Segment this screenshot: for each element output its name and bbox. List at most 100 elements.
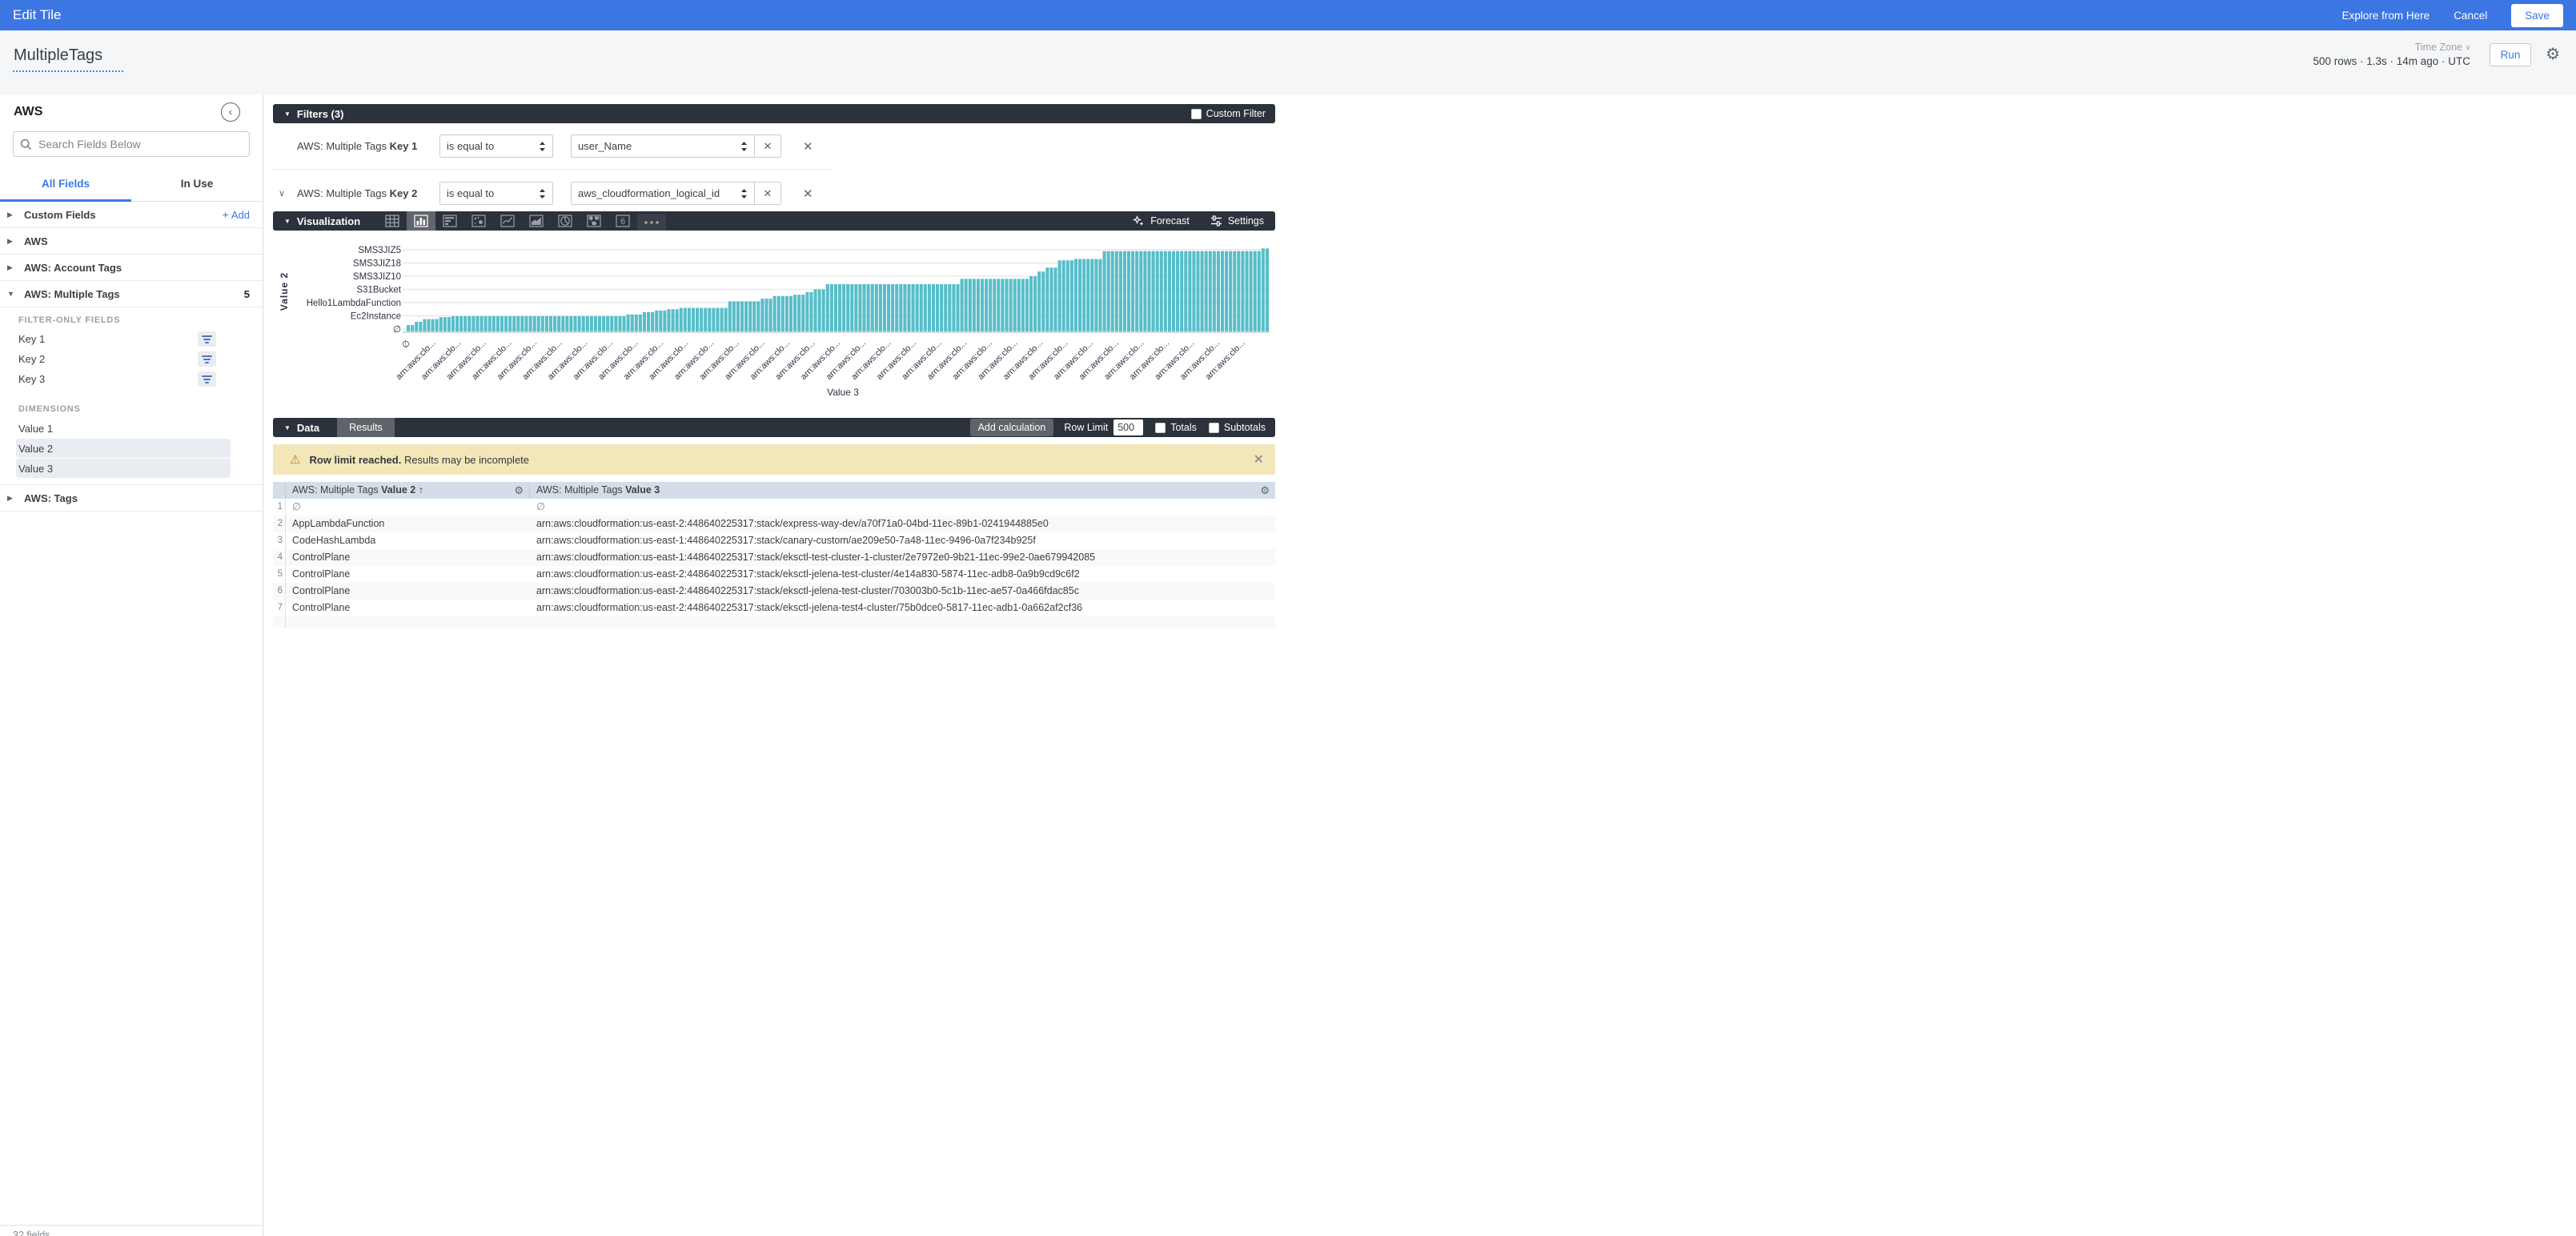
search-input[interactable]	[38, 138, 243, 150]
dimension-item-value-3[interactable]: Value 3	[16, 459, 231, 478]
chevron-down-icon: ∨	[2465, 43, 2470, 51]
scatter-icon[interactable]	[464, 211, 493, 231]
collapse-triangle-icon: ▼	[284, 110, 291, 118]
filter-by-field-icon[interactable]	[198, 371, 216, 387]
sidebar-section-aws-account-tags[interactable]: ▶ AWS: Account Tags	[0, 255, 263, 281]
table-row[interactable]: 3CodeHashLambdaarn:aws:cloudformation:us…	[273, 532, 1275, 549]
table-row[interactable]: 7ControlPlanearn:aws:cloudformation:us-e…	[273, 600, 1275, 616]
cell-value2: CodeHashLambda	[286, 532, 530, 549]
filter-field-label: AWS: Multiple Tags Key 1	[297, 140, 439, 152]
filters-section-bar[interactable]: ▼ Filters (3) Custom Filter	[273, 104, 1275, 123]
row-limit-input[interactable]	[1113, 419, 1143, 435]
table-row[interactable]: 5ControlPlanearn:aws:cloudformation:us-e…	[273, 566, 1275, 583]
add-custom-field-button[interactable]: +Add	[223, 208, 250, 221]
results-table: AWS: Multiple Tags Value 2 ↑ ⚙ AWS: Mult…	[273, 482, 1275, 628]
field-item-key-1[interactable]: Key 1	[0, 329, 263, 349]
column-gear-icon[interactable]: ⚙	[514, 482, 524, 499]
subtotals-checkbox[interactable]	[1209, 423, 1219, 433]
query-stats: 500 rows · 1.3s · 14m ago · UTC	[2313, 55, 2470, 67]
cell-value3: ∅	[530, 499, 1275, 516]
filter-by-field-icon[interactable]	[198, 351, 216, 367]
filter-by-field-icon[interactable]	[198, 331, 216, 347]
sidebar-section-aws[interactable]: ▶AWS	[0, 228, 263, 255]
column-header-value3[interactable]: AWS: Multiple Tags Value 3 ⚙	[530, 482, 1275, 499]
table-icon[interactable]	[378, 211, 407, 231]
data-section-title: Data	[297, 422, 319, 434]
add-calculation-button[interactable]: Add calculation	[970, 419, 1054, 436]
table-row[interactable]: 6ControlPlanearn:aws:cloudformation:us-e…	[273, 583, 1275, 600]
tab-in-use[interactable]: In Use	[131, 171, 263, 201]
forecast-button[interactable]: Forecast	[1133, 215, 1190, 227]
field-sections: ▶Custom Fields+Add▶AWS ▶ AWS: Account Tags…	[0, 202, 263, 512]
totals-checkbox[interactable]	[1155, 423, 1166, 433]
bar-chart-icon[interactable]	[435, 211, 464, 231]
search-field-box[interactable]	[13, 131, 250, 157]
row-number: 1	[273, 499, 286, 516]
active-tab-underline	[0, 199, 131, 202]
single-value-icon[interactable]: 6	[608, 211, 637, 231]
settings-button[interactable]: Settings	[1210, 215, 1264, 227]
filter-row-2: ∨AWS: Multiple Tags Key 2is equal to aws_…	[273, 170, 1275, 205]
filter-operator-select[interactable]: is equal to	[439, 134, 553, 158]
cell-value2: ∅	[286, 499, 530, 516]
filter-value-select[interactable]: aws_cloudformation_logical_id	[571, 182, 755, 205]
sidebar-section-aws-multiple-tags[interactable]: ▼AWS: Multiple Tags5	[0, 281, 263, 307]
query-gear-icon[interactable]: ⚙	[2546, 46, 2560, 62]
dismiss-warning-icon[interactable]: ✕	[1254, 451, 1264, 468]
field-item-key-3[interactable]: Key 3	[0, 369, 263, 389]
line-chart-icon[interactable]	[493, 211, 522, 231]
sidebar-section-custom-fields[interactable]: ▶Custom Fields+Add	[0, 202, 263, 228]
data-section-bar[interactable]: ▼ Data Results Add calculation Row Limit…	[273, 418, 1275, 437]
dimension-item-value-1[interactable]: Value 1	[16, 419, 231, 438]
sidebar-section-aws-tags[interactable]: ▶AWS: Tags	[0, 485, 263, 512]
table-row-clipped	[273, 616, 1275, 628]
query-title[interactable]: MultipleTags	[13, 46, 123, 72]
area-chart-icon[interactable]	[522, 211, 551, 231]
top-app-bar: Edit Tile Explore from Here Cancel Save	[0, 0, 2576, 30]
run-button[interactable]: Run	[2490, 43, 2531, 66]
filter-value-select[interactable]: user_Name	[571, 134, 755, 158]
chart-type-picker: 6	[378, 211, 666, 231]
cancel-button[interactable]: Cancel	[2454, 10, 2487, 22]
explore-from-here-link[interactable]: Explore from Here	[2342, 10, 2430, 22]
tab-results[interactable]: Results	[337, 418, 395, 437]
table-row[interactable]: 2AppLambdaFunctionarn:aws:cloudformation…	[273, 516, 1275, 532]
sliders-icon	[1210, 215, 1222, 227]
warning-title: Row limit reached.	[309, 454, 401, 466]
section-label: AWS: Account Tags	[24, 262, 122, 274]
row-number-header	[273, 482, 286, 499]
more-icon[interactable]	[637, 214, 666, 231]
row-number: 3	[273, 532, 286, 549]
row-number: 2	[273, 516, 286, 532]
table-row[interactable]: 4ControlPlanearn:aws:cloudformation:us-e…	[273, 549, 1275, 566]
select-arrows-icon	[539, 188, 546, 199]
save-button[interactable]: Save	[2511, 4, 2563, 27]
custom-filter-checkbox[interactable]	[1191, 109, 1202, 119]
column-gear-icon[interactable]: ⚙	[1260, 482, 1270, 499]
row-number: 4	[273, 549, 286, 566]
cell-value2: ControlPlane	[286, 566, 530, 583]
chevron-down-icon[interactable]: ∨	[273, 188, 297, 199]
tab-all-fields[interactable]: All Fields	[0, 171, 131, 201]
svg-text:Value 3: Value 3	[827, 387, 859, 398]
map-icon[interactable]	[580, 211, 608, 231]
pie-chart-icon[interactable]	[551, 211, 580, 231]
column-header-value2[interactable]: AWS: Multiple Tags Value 2 ↑ ⚙	[286, 482, 530, 499]
sidebar-collapse-button[interactable]: ‹	[221, 102, 240, 122]
remove-filter-icon[interactable]: ✕	[803, 187, 813, 201]
sidebar-title: AWS	[14, 105, 221, 119]
time-zone-dropdown[interactable]: Time Zone ∨	[2313, 42, 2470, 53]
field-item-key-2[interactable]: Key 2	[0, 349, 263, 369]
column-chart-icon[interactable]	[407, 211, 435, 231]
table-row[interactable]: 1∅∅	[273, 499, 1275, 516]
dimension-item-value-2[interactable]: Value 2	[16, 439, 231, 458]
visualization-section-bar[interactable]: ▼ Visualization 6 Forecast Settings	[273, 211, 1275, 231]
bar-chart[interactable]: ∅Ec2InstanceHello1LambdaFunctionS31Bucke…	[273, 231, 1275, 410]
filter-field-label: AWS: Multiple Tags Key 2	[297, 187, 439, 199]
triangle-right-icon: ▶	[7, 263, 20, 272]
remove-filter-icon[interactable]: ✕	[803, 139, 813, 154]
clear-value-button[interactable]: ✕	[755, 182, 781, 205]
filter-operator-select[interactable]: is equal to	[439, 182, 553, 205]
query-header: MultipleTags Time Zone ∨ 500 rows · 1.3s…	[0, 30, 2576, 94]
clear-value-button[interactable]: ✕	[755, 134, 781, 158]
